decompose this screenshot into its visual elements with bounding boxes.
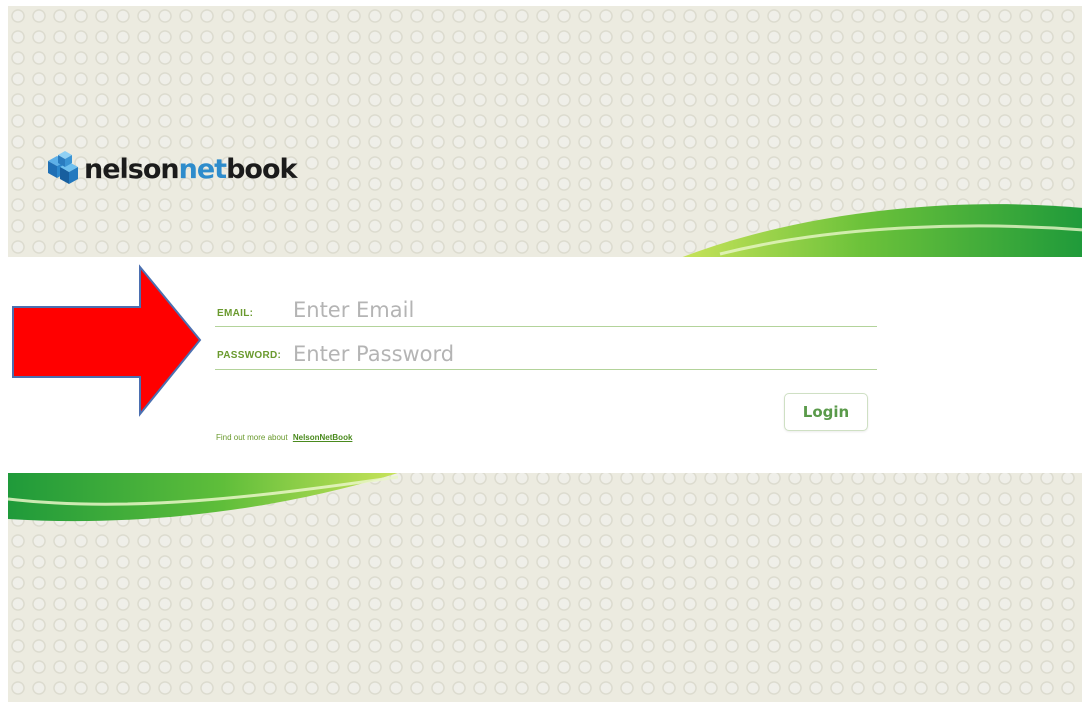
login-button[interactable]: Login [784, 393, 868, 431]
password-label: PASSWORD: [217, 350, 282, 361]
top-green-swoosh [680, 204, 1082, 258]
bottom-green-swoosh [8, 473, 398, 522]
red-arrow-annotation [12, 264, 202, 417]
email-field[interactable] [293, 295, 873, 325]
find-out-text: Find out more about [216, 433, 288, 442]
email-label: EMAIL: [217, 308, 254, 319]
password-underline [215, 369, 877, 370]
nelsonnetbook-link[interactable]: NelsonNetBook [293, 433, 353, 442]
email-underline [215, 326, 877, 327]
logo-suffix: book [226, 153, 297, 185]
password-field[interactable] [293, 339, 873, 369]
find-out-more: Find out more about NelsonNetBook [216, 433, 352, 442]
